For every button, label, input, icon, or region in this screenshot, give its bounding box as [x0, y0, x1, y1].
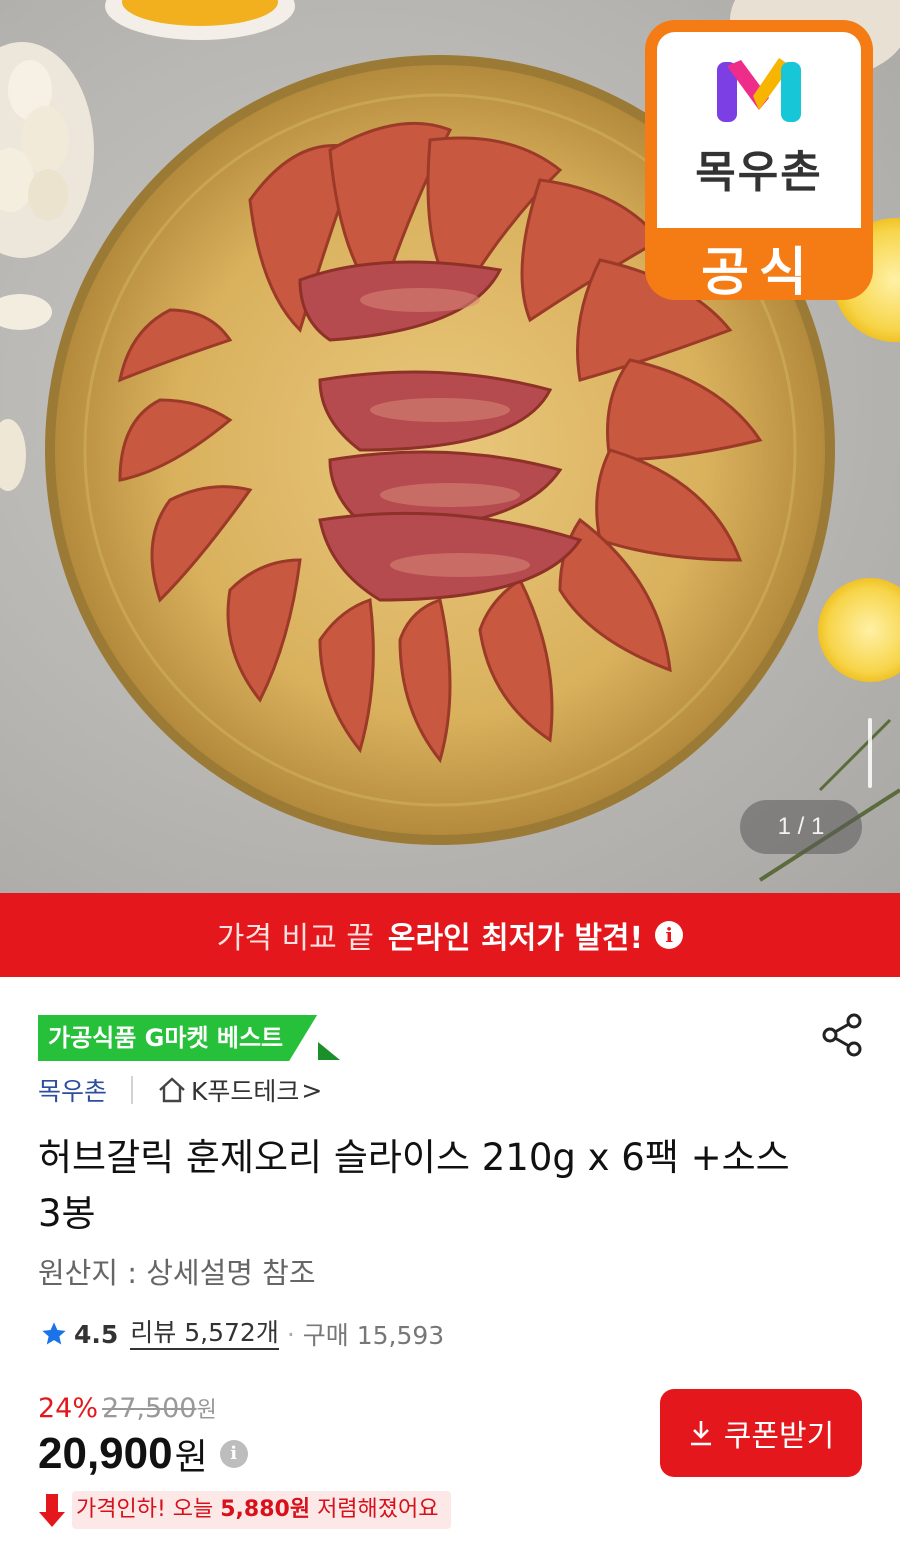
chevron-right-icon: >: [301, 1075, 323, 1105]
price-drop-suffix: 저렴해졌어요: [310, 1497, 439, 1522]
price-info-icon[interactable]: i: [219, 1440, 248, 1468]
purchase-count: 구매 15,593: [302, 1321, 445, 1350]
promo-prefix: 가격 비교 끝: [216, 921, 374, 956]
promo-highlight: 온라인 최저가 발견!: [387, 921, 644, 956]
price-unit: 원: [174, 1437, 208, 1478]
coupon-button[interactable]: 쿠폰받기: [660, 1389, 862, 1477]
rating-score: 4.5: [74, 1319, 119, 1349]
original-price: 27,500: [102, 1393, 197, 1424]
store-name: K푸드테크: [191, 1077, 300, 1106]
download-icon: [690, 1421, 711, 1446]
sale-price: 20,900: [38, 1429, 173, 1478]
down-arrow-icon: [39, 1494, 65, 1527]
price-drop-notice: 가격인하! 오늘 5,880원 저렴해졌어요: [38, 1490, 451, 1530]
rating-row: 4.5 리뷰 5,572개 · 구매 15,593: [40, 1314, 444, 1354]
product-title: 허브갈릭 훈제오리 슬라이스 210g x 6팩 +소스 3봉: [38, 1136, 790, 1235]
origin-info: 원산지 : 상세설명 참조: [38, 1256, 316, 1290]
price-row: 20,900 원 i: [38, 1428, 248, 1480]
coupon-button-label: 쿠폰받기: [723, 1419, 835, 1454]
brand-badge-inner: 목우촌: [657, 32, 861, 228]
image-counter: 1 / 1: [740, 800, 862, 854]
price-drop-text: 가격인하! 오늘 5,880원 저렴해졌어요: [72, 1491, 451, 1529]
brand-link[interactable]: 목우촌: [38, 1072, 107, 1108]
star-icon: [42, 1322, 66, 1345]
review-count-link[interactable]: 리뷰 5,572개: [130, 1318, 279, 1350]
separator-dot: ·: [286, 1319, 295, 1349]
best-seller-badge: 가공식품 G마켓 베스트: [38, 1015, 317, 1061]
price-drop-amount: 5,880원: [220, 1497, 311, 1522]
discount-row: 24% 27,500 원: [38, 1392, 217, 1424]
image-scroll-indicator: [868, 718, 872, 788]
brand-logo-icon: [717, 58, 801, 122]
official-brand-badge: 목우촌 공식: [645, 20, 873, 303]
lowest-price-banner[interactable]: 가격 비교 끝 온라인 최저가 발견! i: [0, 893, 900, 977]
brand-row: 목우촌 K푸드테크 >: [38, 1070, 322, 1110]
divider: [131, 1076, 134, 1104]
brand-badge-name: 목우촌: [695, 147, 823, 198]
original-price-unit: 원: [196, 1398, 217, 1423]
info-icon[interactable]: i: [655, 921, 684, 949]
product-image[interactable]: 목우촌 공식 1 / 1: [0, 0, 900, 893]
share-icon[interactable]: [820, 1012, 866, 1058]
price-drop-prefix: 가격인하! 오늘: [76, 1497, 221, 1522]
home-icon: [159, 1077, 185, 1103]
discount-percent: 24%: [38, 1393, 99, 1424]
store-link[interactable]: K푸드테크 >: [157, 1072, 322, 1108]
best-badge-fold: [318, 1042, 340, 1060]
brand-badge-official: 공식: [701, 243, 817, 303]
